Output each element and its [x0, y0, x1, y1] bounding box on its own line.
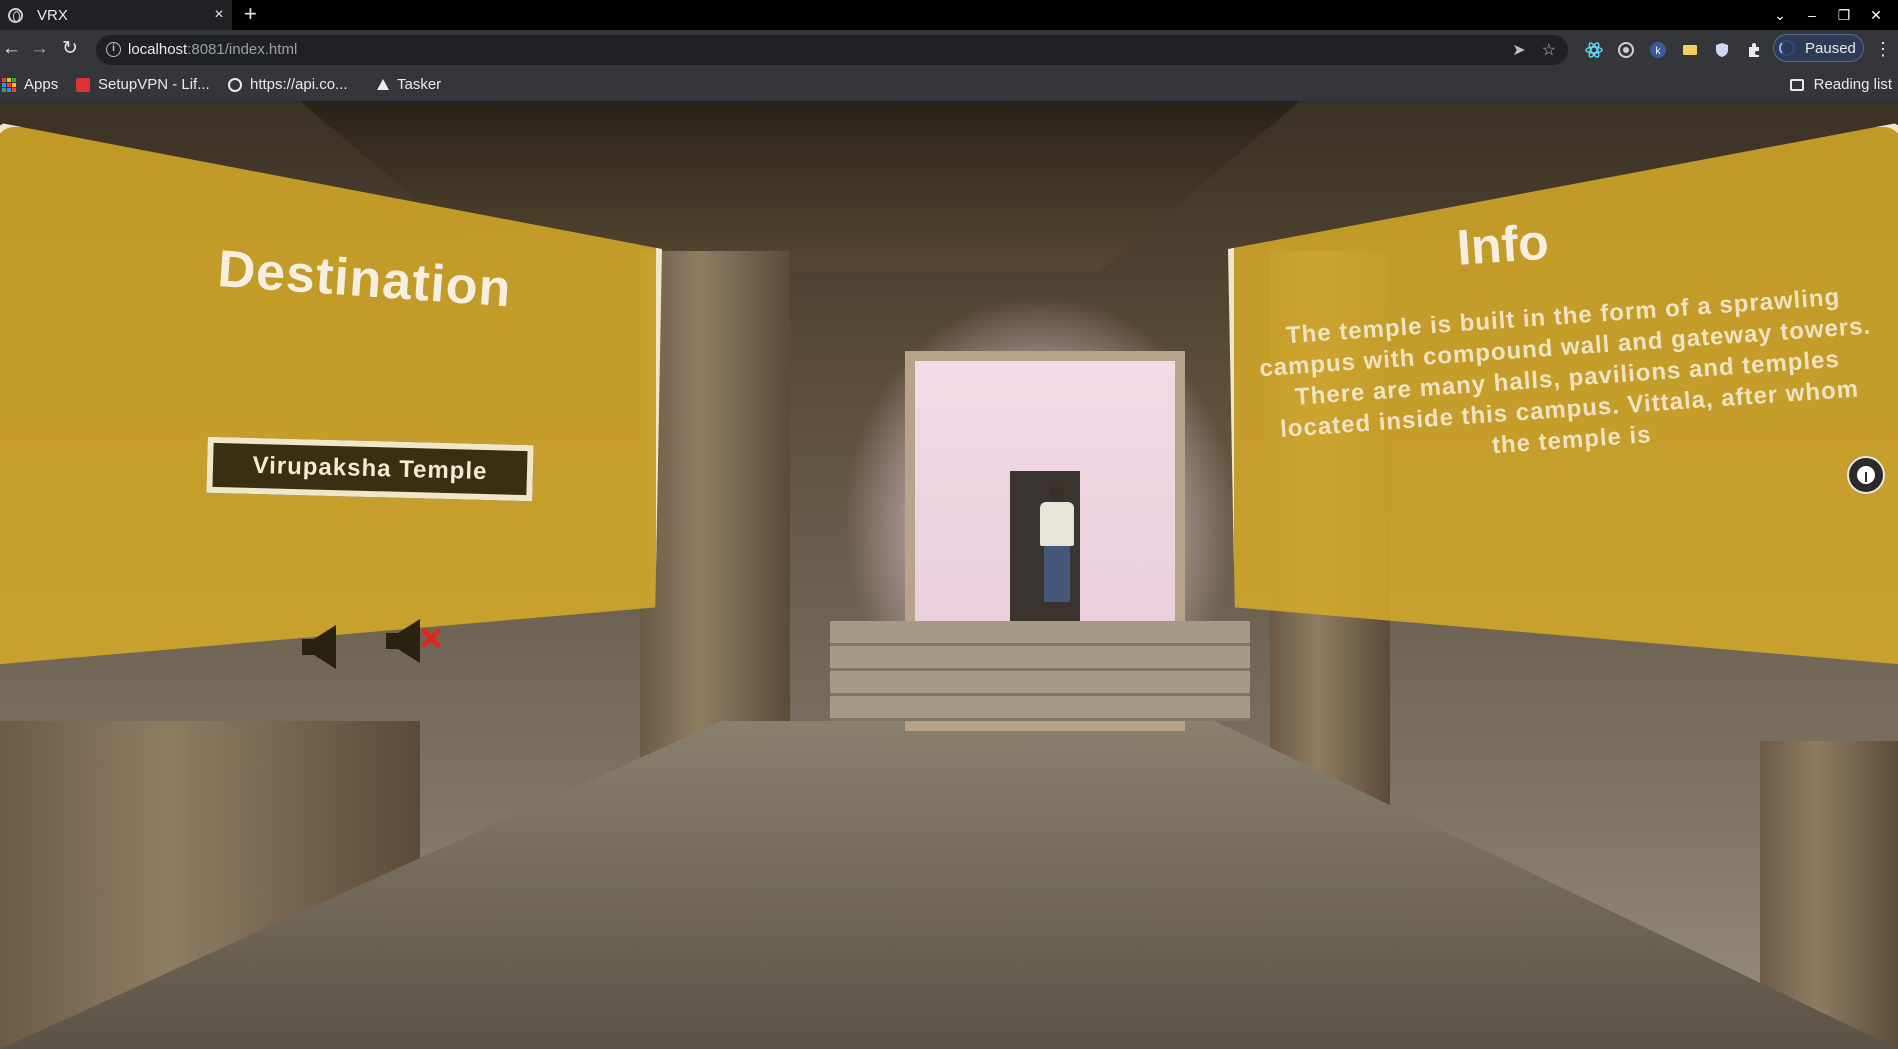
address-bar[interactable]: i localhost:8081/index.html ➤ ☆	[96, 35, 1568, 65]
send-icon[interactable]: ➤	[1512, 40, 1525, 60]
vpn-icon	[76, 77, 90, 92]
destination-value: Virupaksha Temple	[252, 451, 488, 486]
globe-icon	[8, 7, 23, 23]
star-icon[interactable]: ☆	[1542, 40, 1556, 60]
destination-field[interactable]: Virupaksha Temple	[206, 436, 534, 502]
close-tab-icon[interactable]: ×	[206, 6, 232, 24]
info-title: Info	[1455, 213, 1551, 276]
sound-off-button[interactable]	[382, 613, 442, 667]
react-devtools-icon[interactable]	[1585, 41, 1603, 59]
tab-strip: VRX × + ⌄ – ❐ ✕	[0, 0, 1898, 30]
folder-extension-icon[interactable]	[1681, 41, 1699, 59]
new-tab-button[interactable]: +	[244, 2, 257, 26]
bookmark-apps[interactable]: Apps	[2, 76, 58, 93]
bookmarks-bar: Apps SetupVPN - Lif... https://api.co...…	[0, 70, 1898, 101]
puzzle-icon[interactable]	[1745, 41, 1763, 59]
tab-search-icon[interactable]: ⌄	[1764, 7, 1796, 24]
reading-list-button[interactable]: Reading list	[1789, 76, 1892, 93]
profile-status-label: Paused	[1805, 39, 1856, 57]
k-extension-icon[interactable]: k	[1649, 41, 1667, 59]
close-window-icon[interactable]: ✕	[1860, 7, 1892, 24]
sound-on-button[interactable]	[296, 619, 356, 673]
window-controls: ⌄ – ❐ ✕	[1764, 0, 1892, 30]
tab-title: VRX	[37, 6, 68, 24]
bookmark-api[interactable]: https://api.co...	[228, 76, 348, 93]
vr-controller-icon	[1857, 466, 1875, 484]
sync-paused-icon	[1779, 40, 1795, 56]
back-icon[interactable]: ←	[2, 38, 21, 60]
profile-paused-button[interactable]: Paused	[1773, 34, 1864, 62]
reading-list-icon	[1789, 78, 1804, 91]
vr-canvas[interactable]: Destination Virupaksha Temple Info The t…	[0, 101, 1898, 1049]
bookmark-tasker[interactable]: Tasker	[377, 76, 441, 93]
speaker-icon	[302, 625, 336, 669]
apps-grid-icon	[2, 77, 16, 92]
tasker-icon	[377, 79, 389, 90]
browser-toolbar: ← → ↻ i localhost:8081/index.html ➤ ☆ k …	[0, 30, 1898, 70]
forward-icon[interactable]: →	[30, 38, 49, 60]
reload-icon[interactable]: ↻	[62, 38, 78, 60]
temple-steps	[830, 621, 1250, 721]
globe-icon	[228, 77, 242, 92]
visitor-figure	[1040, 486, 1074, 606]
shield-icon[interactable]	[1713, 41, 1731, 59]
vr-mode-button[interactable]	[1847, 456, 1885, 494]
site-info-icon[interactable]: i	[106, 42, 121, 57]
speaker-muted-icon	[386, 619, 441, 663]
restore-icon[interactable]: ❐	[1828, 7, 1860, 24]
tab-vrx[interactable]: VRX ×	[0, 0, 232, 30]
minimize-icon[interactable]: –	[1796, 7, 1828, 23]
menu-dots-icon[interactable]: ⋮	[1874, 39, 1892, 60]
target-extension-icon[interactable]	[1617, 41, 1635, 59]
bookmark-setupvpn[interactable]: SetupVPN - Lif...	[76, 76, 210, 93]
url-text: localhost:8081/index.html	[128, 41, 298, 58]
